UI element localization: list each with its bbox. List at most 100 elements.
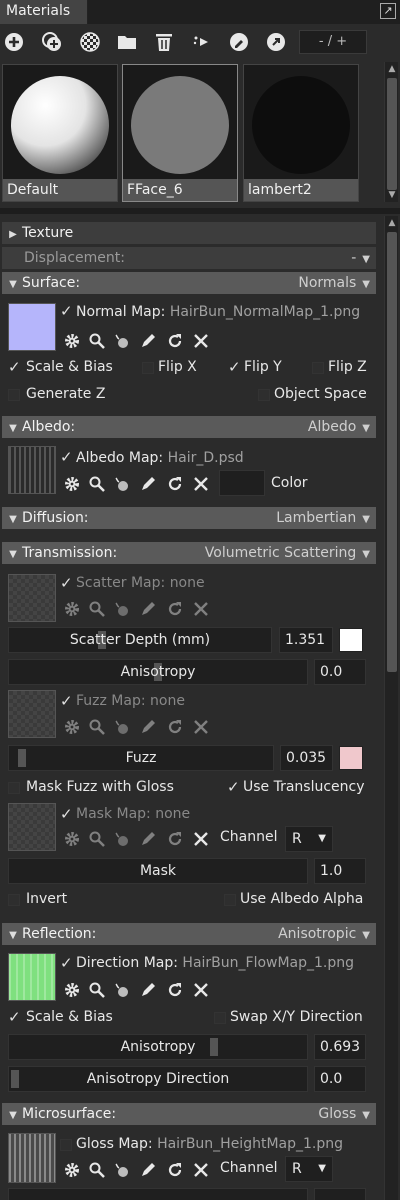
magnifier-icon[interactable] (88, 718, 106, 736)
scroll-thumb[interactable] (387, 232, 397, 672)
use-albedo-alpha-checkbox[interactable] (224, 894, 237, 907)
albedo-map-enable-checkbox[interactable]: ✓ (60, 448, 73, 466)
fuzz-map-thumbnail[interactable] (8, 690, 56, 738)
gear-icon[interactable] (63, 1161, 81, 1179)
refresh-arrow-icon[interactable] (264, 30, 288, 54)
generate-z-checkbox[interactable] (8, 389, 21, 402)
reload-icon[interactable] (166, 981, 184, 999)
material-pager[interactable]: - / + (299, 30, 367, 54)
scatter-map-enable-checkbox[interactable]: ✓ (60, 574, 73, 592)
section-texture[interactable]: ▶ Texture (2, 222, 376, 244)
transmission-anisotropy-slider[interactable]: Anisotropy (8, 659, 308, 685)
normal-map-enable-checkbox[interactable]: ✓ (60, 302, 73, 320)
gear-icon[interactable] (63, 830, 81, 848)
surface-type-dropdown[interactable]: Normals ▼ (298, 272, 370, 296)
albedo-map-thumbnail[interactable] (8, 446, 56, 494)
diffusion-type-dropdown[interactable]: Lambertian ▼ (276, 507, 370, 531)
gloss-slider-partial[interactable] (8, 1188, 308, 1200)
flip-y-checkbox[interactable]: ✓ (228, 358, 241, 376)
sphere-preview-icon[interactable] (113, 600, 131, 618)
scatter-depth-value[interactable]: 1.351 (279, 627, 333, 653)
undock-icon[interactable]: ↗ (380, 3, 396, 19)
direction-map-enable-checkbox[interactable]: ✓ (60, 954, 73, 972)
mask-fuzz-checkbox[interactable] (8, 782, 21, 795)
properties-scrollbar[interactable]: ▲ (384, 216, 398, 1200)
reload-icon[interactable] (166, 332, 184, 350)
sphere-preview-icon[interactable] (113, 981, 131, 999)
albedo-type-dropdown[interactable]: Albedo ▼ (308, 416, 370, 440)
fuzz-map-enable-checkbox[interactable]: ✓ (60, 692, 73, 710)
mask-map-thumbnail[interactable] (8, 803, 56, 851)
pencil-icon[interactable] (139, 475, 157, 493)
reload-icon[interactable] (166, 830, 184, 848)
section-microsurface[interactable]: ▼ Microsurface: Gloss ▼ (2, 1103, 376, 1125)
magnifier-icon[interactable] (88, 475, 106, 493)
close-icon[interactable] (192, 981, 210, 999)
pencil-icon[interactable] (139, 332, 157, 350)
section-surface[interactable]: ▼ Surface: Normals ▼ (2, 272, 376, 294)
swatch-fface-6[interactable]: FFace_6 (122, 64, 238, 202)
scatter-map-thumbnail[interactable] (8, 574, 56, 622)
duplicate-material-icon[interactable] (40, 30, 64, 54)
swatch-scrollbar[interactable]: ▲ ▼ (384, 62, 398, 202)
sphere-preview-icon[interactable] (113, 475, 131, 493)
section-reflection[interactable]: ▼ Reflection: Anisotropic ▼ (2, 923, 376, 945)
section-transmission[interactable]: ▼ Transmission: Volumetric Scattering ▼ (2, 542, 376, 564)
reload-icon[interactable] (166, 1161, 184, 1179)
magnifier-icon[interactable] (88, 600, 106, 618)
magnifier-icon[interactable] (88, 830, 106, 848)
swatch-lambert2[interactable]: lambert2 (243, 64, 359, 202)
pencil-icon[interactable] (139, 718, 157, 736)
gear-icon[interactable] (63, 600, 81, 618)
object-space-checkbox[interactable] (258, 389, 271, 402)
sphere-preview-icon[interactable] (113, 1161, 131, 1179)
gear-icon[interactable] (63, 332, 81, 350)
magnifier-icon[interactable] (88, 1161, 106, 1179)
anisotropy-direction-value[interactable]: 0.0 (314, 1066, 366, 1092)
pencil-icon[interactable] (139, 981, 157, 999)
reload-icon[interactable] (166, 600, 184, 618)
checker-material-icon[interactable] (78, 30, 102, 54)
close-icon[interactable] (192, 830, 210, 848)
gear-icon[interactable] (63, 981, 81, 999)
transmission-type-dropdown[interactable]: Volumetric Scattering ▼ (205, 542, 370, 566)
direction-map-thumbnail[interactable] (8, 953, 56, 1001)
anisotropy-direction-slider[interactable]: Anisotropy Direction (8, 1066, 308, 1092)
gloss-map-enable-checkbox[interactable] (60, 1139, 73, 1152)
scale-bias-checkbox[interactable]: ✓ (8, 358, 21, 376)
reflection-scale-bias-checkbox[interactable]: ✓ (8, 1008, 21, 1026)
eyedropper-circle-icon[interactable] (227, 30, 251, 54)
reflection-anisotropy-slider[interactable]: Anisotropy (8, 1034, 308, 1060)
swap-xy-checkbox[interactable] (214, 1012, 227, 1025)
scroll-up-icon[interactable]: ▲ (386, 218, 398, 228)
pencil-icon[interactable] (139, 600, 157, 618)
scatter-color-swatch[interactable] (339, 628, 363, 652)
scroll-up-icon[interactable]: ▲ (386, 64, 398, 74)
reflection-type-dropdown[interactable]: Anisotropic ▼ (278, 923, 370, 947)
sphere-preview-icon[interactable] (113, 332, 131, 350)
gear-icon[interactable] (63, 718, 81, 736)
close-icon[interactable] (192, 600, 210, 618)
gloss-value-partial[interactable] (314, 1188, 366, 1200)
reload-icon[interactable] (166, 475, 184, 493)
delete-icon[interactable] (152, 30, 176, 54)
scatter-depth-slider[interactable]: Scatter Depth (mm) (8, 627, 272, 653)
sphere-preview-icon[interactable] (113, 718, 131, 736)
fuzz-color-swatch[interactable] (339, 746, 363, 770)
magnifier-icon[interactable] (88, 332, 106, 350)
folder-icon[interactable] (115, 30, 139, 54)
gear-icon[interactable] (63, 475, 81, 493)
mask-value[interactable]: 1.0 (314, 858, 366, 884)
pencil-icon[interactable] (139, 830, 157, 848)
tab-materials[interactable]: Materials (0, 0, 88, 24)
flip-z-checkbox[interactable] (312, 362, 325, 375)
normal-map-thumbnail[interactable] (8, 303, 56, 351)
section-albedo[interactable]: ▼ Albedo: Albedo ▼ (2, 416, 376, 438)
microsurface-type-dropdown[interactable]: Gloss ▼ (318, 1103, 370, 1127)
close-icon[interactable] (192, 332, 210, 350)
fuzz-slider[interactable]: Fuzz (8, 745, 274, 771)
magnifier-icon[interactable] (88, 981, 106, 999)
flip-x-checkbox[interactable] (142, 362, 155, 375)
fuzz-value[interactable]: 0.035 (280, 745, 333, 771)
invert-checkbox[interactable] (8, 894, 21, 907)
